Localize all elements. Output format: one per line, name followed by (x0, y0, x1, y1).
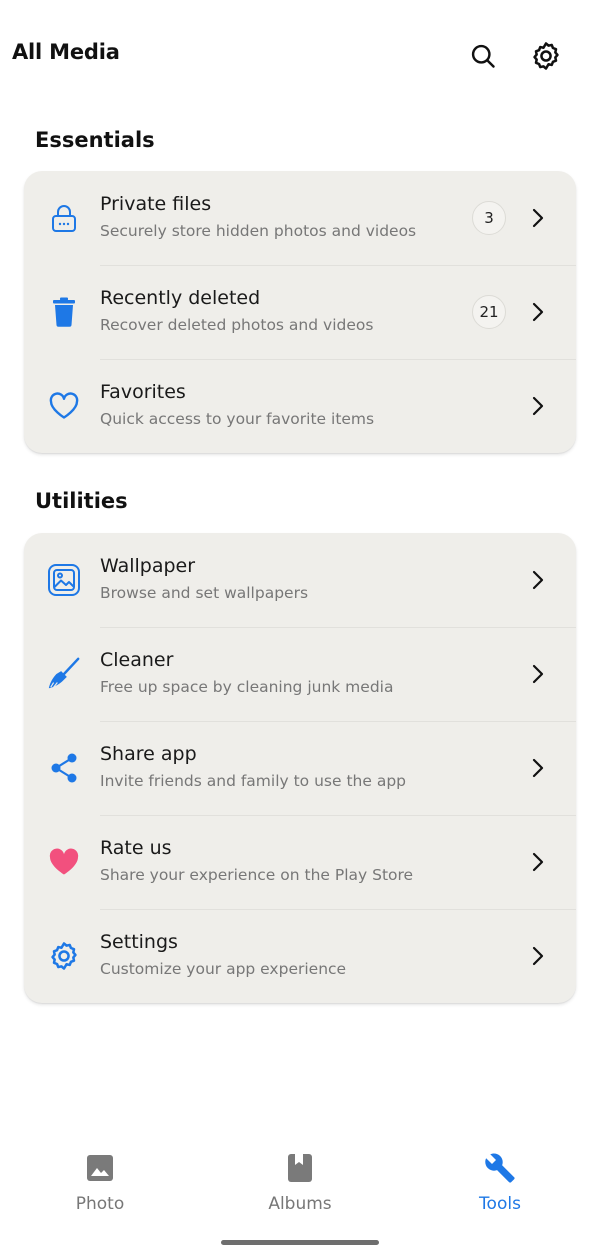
album-icon (284, 1152, 316, 1184)
nav-label: Photo (75, 1194, 125, 1214)
list-item-title: Rate us (100, 837, 172, 859)
top-app-bar: All Media (0, 0, 600, 110)
settings-button[interactable] (526, 36, 566, 76)
gear-icon (533, 42, 559, 70)
list-item-subtitle: Browse and set wallpapers (100, 584, 309, 602)
nav-label: Albums (268, 1194, 332, 1214)
list-item-rate-us[interactable]: Rate us Share your experience on the Pla… (24, 815, 576, 909)
app-root: All Media Essentials Private files Secur… (0, 0, 600, 1260)
list-item-title: Favorites (100, 381, 186, 403)
lock-icon (46, 200, 82, 236)
list-item-subtitle: Recover deleted photos and videos (100, 316, 374, 334)
home-indicator[interactable] (221, 1240, 379, 1245)
section-title-utilities: Utilities (35, 489, 128, 513)
utilities-card: Wallpaper Browse and set wallpapers Clea… (24, 533, 576, 1003)
image-icon (84, 1152, 116, 1184)
list-item-subtitle: Securely store hidden photos and videos (100, 222, 417, 240)
broom-icon (46, 656, 82, 692)
list-item-subtitle: Share your experience on the Play Store (100, 866, 414, 884)
list-item-title: Share app (100, 743, 197, 765)
nav-tab-tools[interactable]: Tools (440, 1152, 560, 1226)
chevron-right-icon (526, 756, 550, 780)
chevron-right-icon (526, 394, 550, 418)
list-item-wallpaper[interactable]: Wallpaper Browse and set wallpapers (24, 533, 576, 627)
essentials-card: Private files Securely store hidden phot… (24, 171, 576, 453)
chevron-right-icon (526, 850, 550, 874)
list-item-favorites[interactable]: Favorites Quick access to your favorite … (24, 359, 576, 453)
list-item-title: Settings (100, 931, 178, 953)
list-item-title: Cleaner (100, 649, 174, 671)
share-icon (46, 750, 82, 786)
chevron-right-icon (526, 568, 550, 592)
count-badge: 3 (472, 201, 506, 235)
bottom-navigation: Photo Albums Tools (0, 1140, 600, 1230)
chevron-right-icon (526, 206, 550, 230)
chevron-right-icon (526, 944, 550, 968)
list-item-title: Wallpaper (100, 555, 196, 577)
list-item-subtitle: Invite friends and family to use the app (100, 772, 406, 790)
list-item-title: Private files (100, 193, 212, 215)
wallpaper-icon (46, 562, 82, 598)
nav-label: Tools (479, 1194, 521, 1214)
list-item-subtitle: Quick access to your favorite items (100, 410, 375, 428)
gear-icon (46, 938, 82, 974)
nav-tab-photo[interactable]: Photo (40, 1152, 160, 1226)
count-badge: 21 (472, 295, 506, 329)
list-item-recently-deleted[interactable]: Recently deleted Recover deleted photos … (24, 265, 576, 359)
heart-outline-icon (46, 388, 82, 424)
list-item-subtitle: Free up space by cleaning junk media (100, 678, 394, 696)
search-button[interactable] (463, 36, 503, 76)
page-title: All Media (12, 40, 120, 64)
section-title-essentials: Essentials (35, 128, 155, 152)
list-item-share-app[interactable]: Share app Invite friends and family to u… (24, 721, 576, 815)
chevron-right-icon (526, 662, 550, 686)
trash-icon (46, 294, 82, 330)
chevron-right-icon (526, 300, 550, 324)
list-item-settings[interactable]: Settings Customize your app experience (24, 909, 576, 1003)
list-item-subtitle: Customize your app experience (100, 960, 347, 978)
search-icon (471, 44, 495, 68)
list-item-cleaner[interactable]: Cleaner Free up space by cleaning junk m… (24, 627, 576, 721)
list-item-private-files[interactable]: Private files Securely store hidden phot… (24, 171, 576, 265)
wrench-icon (484, 1152, 516, 1184)
list-item-title: Recently deleted (100, 287, 261, 309)
nav-tab-albums[interactable]: Albums (240, 1152, 360, 1226)
heart-filled-icon (46, 844, 82, 880)
